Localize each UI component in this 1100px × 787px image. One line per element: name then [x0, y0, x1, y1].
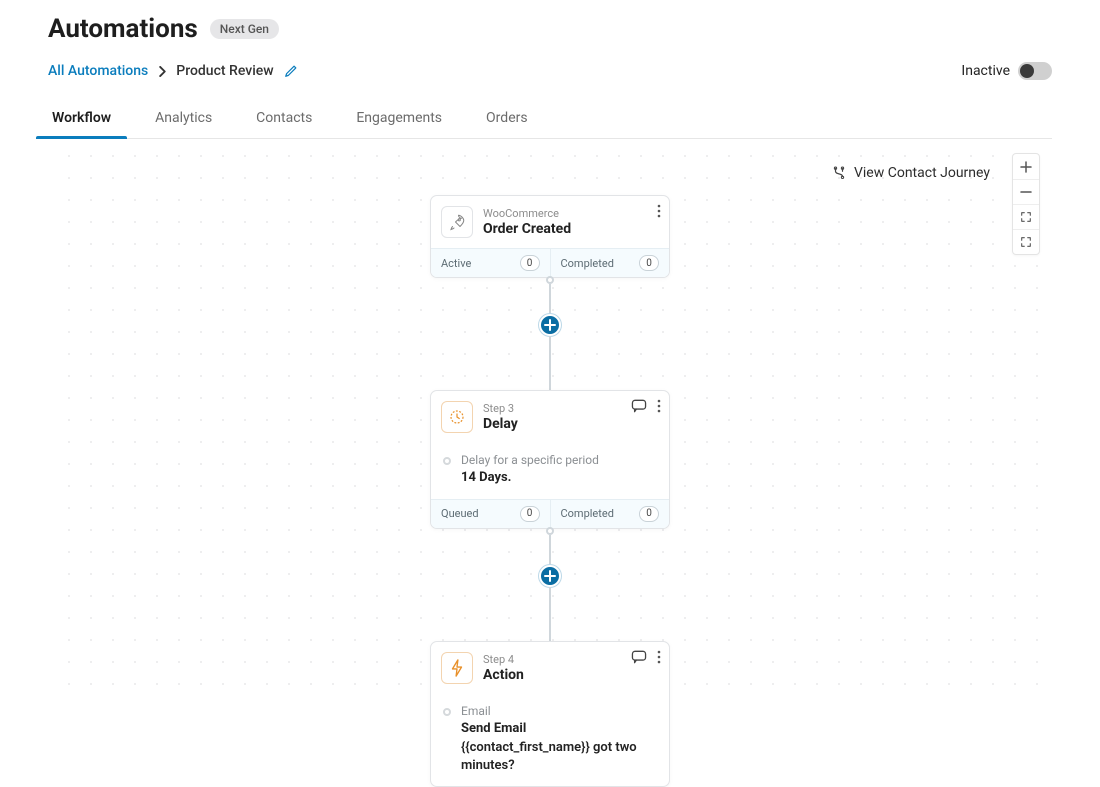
nextgen-badge: Next Gen — [210, 19, 279, 39]
connector-line — [549, 535, 551, 565]
action-body-main-2: {{contact_first_name}} got two minutes? — [461, 739, 657, 774]
status-toggle[interactable] — [1018, 62, 1052, 80]
delay-node[interactable]: Step 3 Delay — [430, 390, 670, 529]
delay-eyebrow: Step 3 — [483, 402, 518, 415]
delay-comment-button[interactable] — [631, 399, 647, 413]
kebab-icon — [657, 399, 661, 413]
page-title: Automations — [48, 14, 198, 44]
view-contact-journey-label: View Contact Journey — [854, 165, 990, 181]
bullet-icon — [443, 457, 451, 465]
trigger-eyebrow: WooCommerce — [483, 207, 571, 220]
zoom-panel — [1012, 153, 1040, 255]
trigger-title: Order Created — [483, 221, 571, 237]
comment-icon — [631, 650, 647, 664]
trigger-node[interactable]: WooCommerce Order Created Active 0 — [430, 195, 670, 278]
kebab-icon — [657, 650, 661, 664]
fit-screen-button[interactable] — [1013, 204, 1039, 229]
zoom-in-button[interactable] — [1013, 154, 1039, 179]
journey-icon — [832, 166, 846, 180]
action-body-main-1: Send Email — [461, 720, 657, 738]
tab-engagements[interactable]: Engagements — [352, 102, 446, 138]
plus-icon — [1020, 161, 1032, 173]
trigger-active-count: 0 — [520, 255, 540, 271]
connector-line — [549, 284, 551, 314]
delay-stat-completed: Completed 0 — [550, 500, 670, 528]
view-contact-journey-button[interactable]: View Contact Journey — [832, 165, 990, 181]
breadcrumb-root-link[interactable]: All Automations — [48, 63, 148, 79]
connector-dot — [546, 276, 554, 284]
action-title: Action — [483, 667, 524, 683]
add-step-button[interactable] — [539, 314, 561, 336]
edit-name-icon[interactable] — [284, 64, 298, 78]
status-label: Inactive — [961, 63, 1010, 79]
trigger-stat-completed: Completed 0 — [550, 249, 670, 277]
tabs: Workflow Analytics Contacts Engagements … — [48, 102, 1052, 139]
lightning-icon — [441, 652, 473, 684]
delay-body-sub: Delay for a specific period — [461, 453, 599, 467]
trigger-menu-button[interactable] — [657, 204, 661, 218]
action-menu-button[interactable] — [657, 650, 661, 664]
delay-body-main: 14 Days. — [461, 469, 599, 487]
fit-icon — [1020, 211, 1032, 223]
breadcrumb: All Automations Product Review — [48, 63, 298, 79]
chevron-right-icon — [158, 66, 166, 77]
delay-title: Delay — [483, 416, 518, 432]
clock-icon — [441, 401, 473, 433]
action-body-sub: Email — [461, 704, 657, 718]
expand-icon — [1020, 236, 1032, 248]
zoom-out-button[interactable] — [1013, 179, 1039, 204]
connector-line — [549, 587, 551, 641]
action-eyebrow: Step 4 — [483, 653, 524, 666]
trigger-completed-count: 0 — [639, 255, 659, 271]
fullscreen-button[interactable] — [1013, 229, 1039, 254]
trigger-stat-active: Active 0 — [431, 249, 550, 277]
delay-menu-button[interactable] — [657, 399, 661, 413]
tab-contacts[interactable]: Contacts — [252, 102, 316, 138]
comment-icon — [631, 399, 647, 413]
plus-icon — [544, 319, 556, 331]
delay-queued-count: 0 — [520, 506, 540, 522]
delay-completed-count: 0 — [639, 506, 659, 522]
breadcrumb-current: Product Review — [176, 63, 273, 79]
connector-line — [549, 336, 551, 390]
plus-icon — [544, 570, 556, 582]
minus-icon — [1020, 186, 1032, 198]
bullet-icon — [443, 708, 451, 716]
rocket-icon — [441, 206, 473, 238]
delay-stat-queued: Queued 0 — [431, 500, 550, 528]
tab-workflow[interactable]: Workflow — [48, 102, 115, 138]
action-comment-button[interactable] — [631, 650, 647, 664]
toggle-knob — [1020, 64, 1034, 78]
tab-orders[interactable]: Orders — [482, 102, 532, 138]
connector-dot — [546, 527, 554, 535]
tab-analytics[interactable]: Analytics — [151, 102, 216, 138]
kebab-icon — [657, 204, 661, 218]
add-step-button[interactable] — [539, 565, 561, 587]
